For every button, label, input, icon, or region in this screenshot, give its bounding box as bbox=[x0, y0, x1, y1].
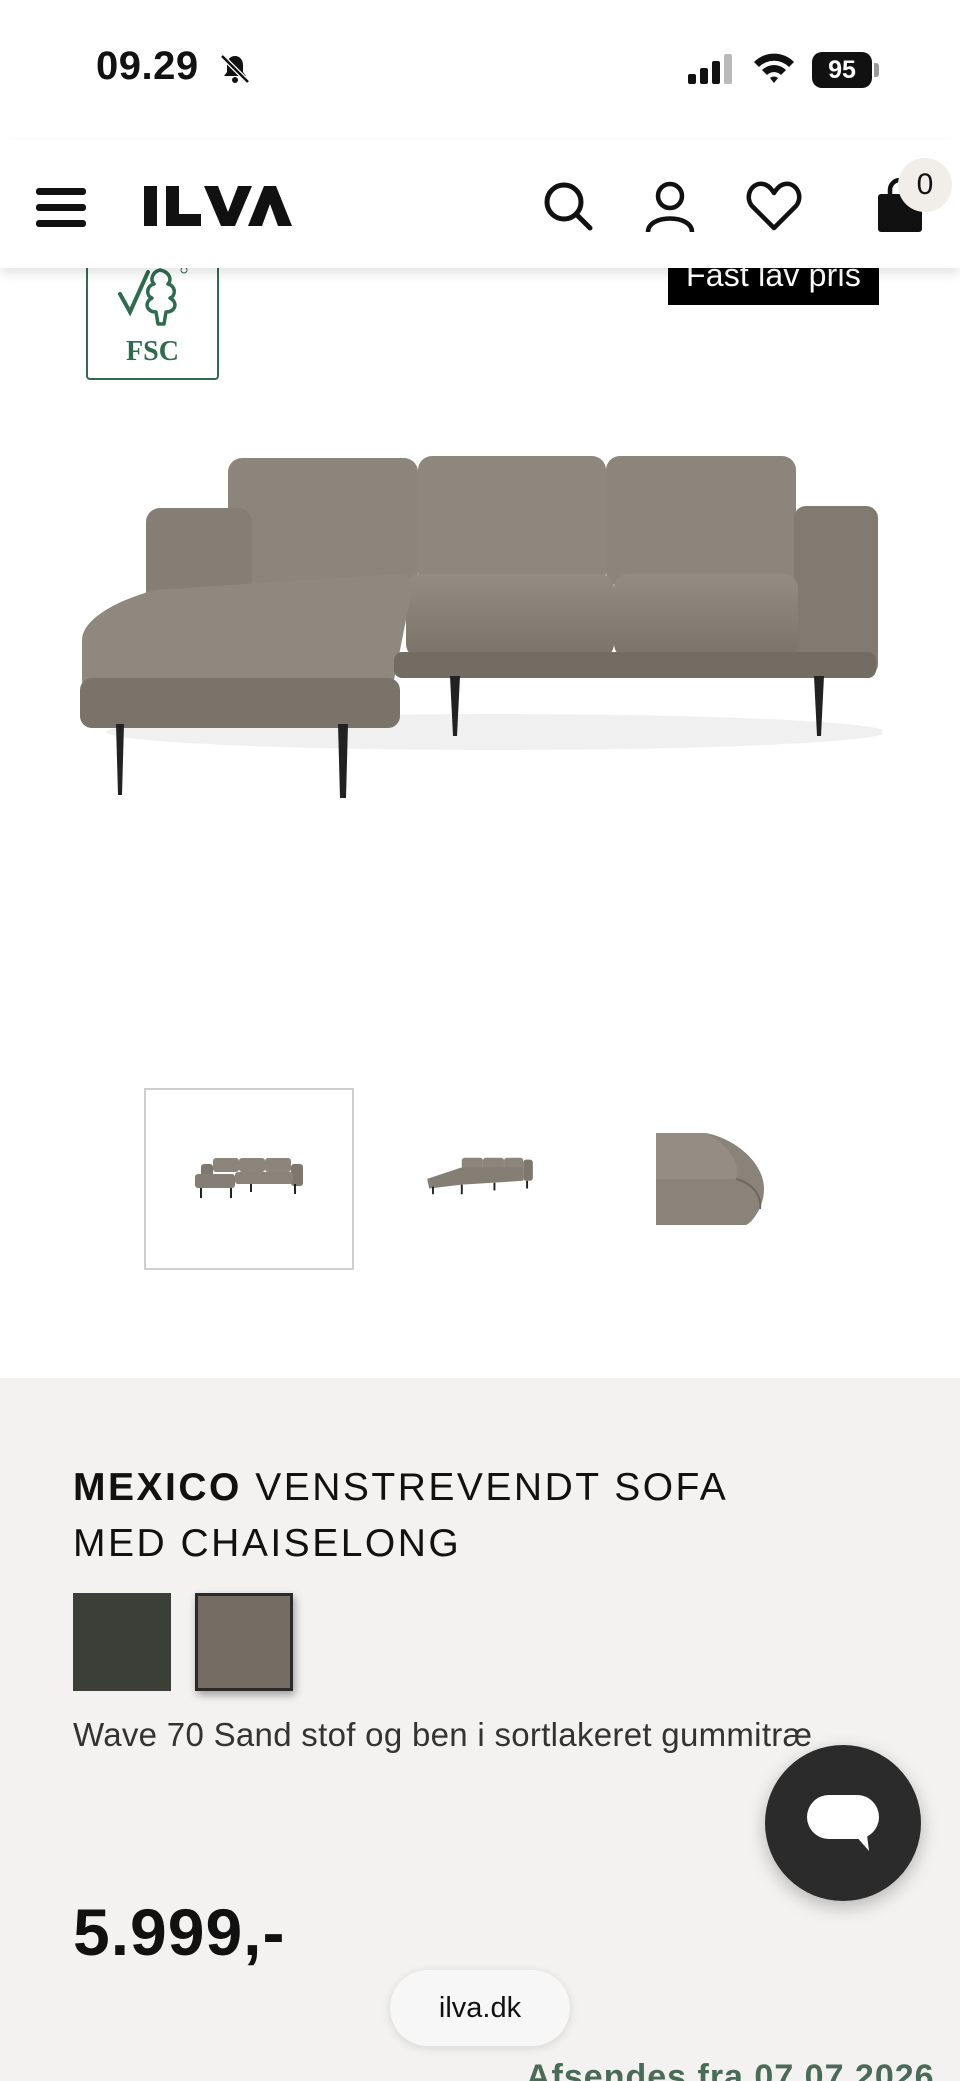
user-icon[interactable] bbox=[642, 178, 698, 234]
thumbnail-1[interactable] bbox=[144, 1088, 354, 1270]
fsc-logo: FSC bbox=[86, 250, 219, 380]
thumbnail-2[interactable] bbox=[375, 1088, 585, 1270]
product-title: MEXICO VENSTREVENDT SOFA MED CHAISELONG bbox=[73, 1460, 813, 1572]
color-swatch-dark-green[interactable] bbox=[73, 1593, 171, 1691]
wifi-icon bbox=[754, 53, 794, 83]
chat-bubble-icon bbox=[807, 1795, 879, 1851]
color-swatch-sand[interactable] bbox=[195, 1593, 293, 1691]
fsc-label: FSC bbox=[126, 336, 179, 367]
sofa-thumbnail-icon bbox=[195, 1158, 303, 1198]
bell-off-icon bbox=[220, 54, 250, 84]
sofa-thumbnail-icon bbox=[427, 1157, 533, 1195]
browser-url-bar[interactable]: ilva.dk bbox=[390, 1970, 570, 2046]
menu-icon[interactable] bbox=[36, 188, 86, 230]
ilva-logo[interactable] bbox=[142, 180, 292, 230]
battery-level: 95 bbox=[812, 52, 872, 88]
chat-button[interactable] bbox=[765, 1745, 921, 1901]
product-image[interactable] bbox=[76, 440, 882, 810]
product-price: 5.999,- bbox=[73, 1895, 286, 1969]
battery-indicator: 95 bbox=[812, 52, 880, 88]
fabric-closeup-icon bbox=[656, 1133, 764, 1225]
heart-icon[interactable] bbox=[746, 180, 802, 232]
delivery-info: Afsendes fra 07.07.2026 bbox=[526, 2058, 935, 2081]
tree-check-icon bbox=[118, 266, 188, 326]
site-header: 0 bbox=[0, 140, 960, 268]
variant-description: Wave 70 Sand stof og ben i sortlakeret g… bbox=[73, 1716, 813, 1753]
status-time: 09.29 bbox=[96, 44, 199, 88]
status-bar: 09.29 95 bbox=[0, 0, 960, 140]
product-brand: MEXICO bbox=[73, 1466, 242, 1509]
search-icon[interactable] bbox=[540, 178, 596, 234]
thumbnail-3[interactable] bbox=[608, 1088, 818, 1270]
signal-icon bbox=[688, 54, 732, 84]
cart-count-badge[interactable]: 0 bbox=[898, 158, 952, 212]
